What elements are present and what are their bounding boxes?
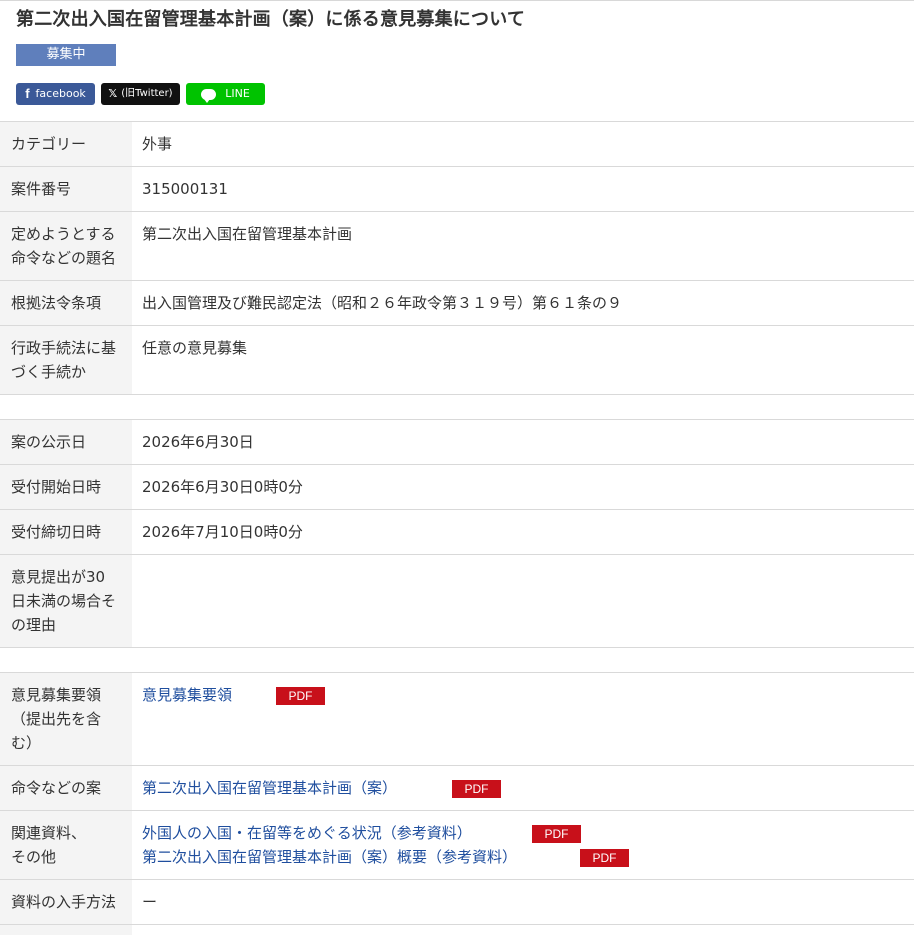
page-title: 第二次出入国在留管理基本計画（案）に係る意見募集について: [16, 9, 526, 30]
row-guidelines-label: 意見募集要領 （提出先を含 む）: [0, 673, 132, 765]
row-related-label-line2: その他: [11, 848, 57, 866]
related-link-2[interactable]: 第二次出入国在留管理基本計画（案）概要（参考資料）: [142, 848, 517, 866]
row-short-reason-label-line2: 日未満の場合そ: [11, 592, 117, 610]
draft-link[interactable]: 第二次出入国在留管理基本計画（案）: [142, 779, 397, 797]
share-x-label: (旧Twitter): [121, 88, 173, 99]
row-end-date-label: 受付締切日時: [0, 510, 132, 554]
row-short-reason-label-line1: 意見提出が30: [11, 568, 106, 586]
row-category-value: 外事: [142, 135, 173, 153]
section-spacer-1: [0, 394, 914, 419]
facebook-icon: f: [25, 86, 30, 101]
row-order-title-value: 第二次出入国在留管理基本計画: [142, 225, 353, 243]
row-guidelines-value: 意見募集要領 PDF: [142, 673, 914, 707]
row-short-reason-value: [142, 555, 914, 565]
share-line-label: LINE: [225, 87, 250, 100]
related-pdf-button-1[interactable]: PDF: [532, 825, 581, 843]
row-draft-label: 命令などの案: [0, 766, 132, 810]
row-case-number-label: 案件番号: [0, 167, 132, 211]
row-start-date-value: 2026年6月30日0時0分: [142, 478, 303, 496]
row-guidelines-label-line1: 意見募集要領: [11, 686, 102, 704]
row-publication-date: 案の公示日 2026年6月30日: [0, 419, 914, 464]
row-end-date-value: 2026年7月10日0時0分: [142, 523, 303, 541]
share-line-button[interactable]: LINE: [186, 83, 265, 105]
guidelines-link[interactable]: 意見募集要領: [142, 686, 232, 704]
related-pdf-button-2[interactable]: PDF: [580, 849, 629, 867]
row-legal-basis: 根拠法令条項 出入国管理及び難民認定法（昭和２６年政令第３１９号）第６１条の９: [0, 280, 914, 325]
row-next: [0, 924, 914, 935]
row-related-label-line1: 関連資料、: [11, 824, 87, 842]
row-next-label: [0, 925, 132, 935]
row-start-date: 受付開始日時 2026年6月30日0時0分: [0, 464, 914, 509]
row-category: カテゴリー 外事: [0, 121, 914, 166]
x-icon: 𝕏: [108, 87, 118, 100]
top-rule: [0, 0, 914, 1]
row-guidelines: 意見募集要領 （提出先を含 む） 意見募集要領 PDF: [0, 672, 914, 765]
row-order-title-label: 定めようとする 命令などの題名: [0, 212, 132, 280]
draft-pdf-button[interactable]: PDF: [452, 780, 501, 798]
row-order-title-label-line2: 命令などの題名: [11, 249, 117, 267]
row-legal-basis-value: 出入国管理及び難民認定法（昭和２６年政令第３１９号）第６１条の９: [142, 294, 623, 312]
row-short-reason: 意見提出が30 日未満の場合そ の理由: [0, 554, 914, 647]
row-procedure-label: 行政手続法に基 づく手続か: [0, 326, 132, 394]
row-procedure-value: 任意の意見募集: [142, 339, 248, 357]
row-order-title: 定めようとする 命令などの題名 第二次出入国在留管理基本計画: [0, 211, 914, 280]
row-draft: 命令などの案 第二次出入国在留管理基本計画（案） PDF: [0, 765, 914, 810]
related-link-1[interactable]: 外国人の入国・在留等をめぐる状況（参考資料）: [142, 824, 472, 842]
share-facebook-label: facebook: [35, 87, 86, 100]
row-end-date: 受付締切日時 2026年7月10日0時0分: [0, 509, 914, 554]
row-start-date-label: 受付開始日時: [0, 465, 132, 509]
section-spacer-2: [0, 647, 914, 672]
row-acquisition-label: 資料の入手方法: [0, 880, 132, 924]
line-icon: [201, 88, 217, 103]
row-procedure-label-line1: 行政手続法に基: [11, 339, 117, 357]
row-case-number: 案件番号 315000131: [0, 166, 914, 211]
row-draft-value: 第二次出入国在留管理基本計画（案） PDF: [142, 766, 914, 800]
status-badge: 募集中: [16, 44, 116, 66]
row-acquisition: 資料の入手方法 ー: [0, 879, 914, 924]
row-acquisition-value: ー: [142, 893, 158, 911]
share-facebook-button[interactable]: f facebook: [16, 83, 95, 105]
row-category-label: カテゴリー: [0, 122, 132, 166]
row-case-number-value: 315000131: [142, 180, 228, 198]
row-related-value: 外国人の入国・在留等をめぐる状況（参考資料） PDF 第二次出入国在留管理基本計…: [142, 811, 914, 869]
row-legal-basis-label: 根拠法令条項: [0, 281, 132, 325]
row-related-label: 関連資料、 その他: [0, 811, 132, 879]
row-related: 関連資料、 その他 外国人の入国・在留等をめぐる状況（参考資料） PDF 第二次…: [0, 810, 914, 879]
row-guidelines-label-line3: む）: [11, 734, 42, 752]
row-guidelines-label-line2: （提出先を含: [11, 710, 102, 728]
row-short-reason-label-line3: の理由: [11, 616, 57, 634]
row-procedure-label-line2: づく手続か: [11, 363, 87, 381]
share-x-button[interactable]: 𝕏 (旧Twitter): [101, 83, 180, 105]
row-short-reason-label: 意見提出が30 日未満の場合そ の理由: [0, 555, 132, 647]
guidelines-pdf-button[interactable]: PDF: [276, 687, 325, 705]
row-procedure: 行政手続法に基 づく手続か 任意の意見募集: [0, 325, 914, 394]
row-order-title-label-line1: 定めようとする: [11, 225, 116, 243]
row-publication-date-label: 案の公示日: [0, 420, 132, 464]
row-publication-date-value: 2026年6月30日: [142, 433, 254, 451]
